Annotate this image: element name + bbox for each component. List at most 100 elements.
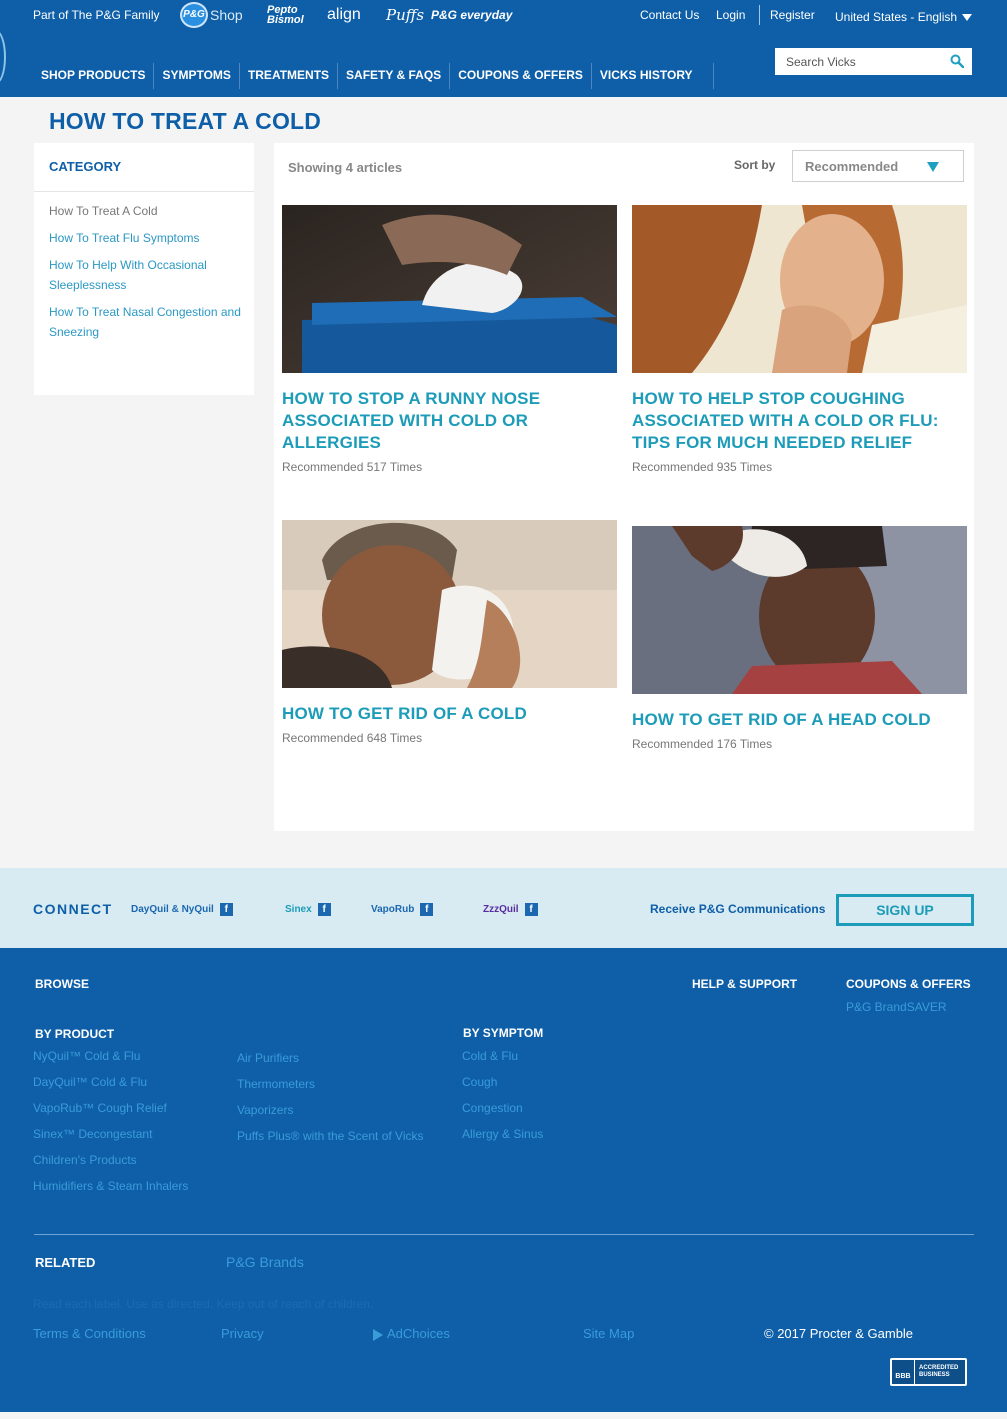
by-symptom-heading: BY SYMPTOM xyxy=(463,1026,544,1040)
article-card[interactable]: HOW TO STOP A RUNNY NOSE ASSOCIATED WITH… xyxy=(282,205,617,474)
bbb-seal-icon: BBB xyxy=(892,1360,914,1384)
article-title[interactable]: HOW TO GET RID OF A HEAD COLD xyxy=(632,709,967,731)
coupons-offers-heading[interactable]: COUPONS & OFFERS xyxy=(846,977,971,991)
site-header: Part of The P&G Family P&G Shop Pepto Bis… xyxy=(0,0,1007,97)
category-item-sleeplessness[interactable]: How To Help With Occasional Sleeplessnes… xyxy=(49,255,249,295)
sort-dropdown[interactable]: Recommended xyxy=(792,150,964,182)
woman-head-cold-image[interactable] xyxy=(632,526,967,694)
copyright-text: © 2017 Procter & Gamble xyxy=(764,1326,914,1341)
category-item-treat-flu[interactable]: How To Treat Flu Symptoms xyxy=(49,228,249,248)
article-card[interactable]: HOW TO GET RID OF A COLD Recommended 648… xyxy=(282,520,617,745)
receive-communications-text: Receive P&G Communications xyxy=(650,902,826,916)
nav-vicks-history[interactable]: VICKS HISTORY xyxy=(592,63,714,89)
article-card[interactable]: HOW TO GET RID OF A HEAD COLD Recommende… xyxy=(632,526,967,751)
category-item-nasal-congestion[interactable]: How To Treat Nasal Congestion and Sneezi… xyxy=(49,302,249,342)
pepto-bismol-logo[interactable]: Pepto Bismol xyxy=(267,5,307,26)
footer-link-nyquil[interactable]: NyQuil™ Cold & Flu xyxy=(33,1049,140,1063)
nav-treatments[interactable]: TREATMENTS xyxy=(240,63,339,89)
facebook-icon: f xyxy=(219,903,233,916)
footer-link-sinex[interactable]: Sinex™ Decongestant xyxy=(33,1127,152,1141)
vicks-logo-edge[interactable] xyxy=(0,30,6,84)
category-title: CATEGORY xyxy=(49,159,122,174)
connect-label: CONNECT xyxy=(33,901,113,917)
man-blowing-nose-image[interactable] xyxy=(282,520,617,688)
caret-down-icon xyxy=(962,14,973,22)
article-title[interactable]: HOW TO GET RID OF A COLD xyxy=(282,703,617,725)
footer-link-cold-flu[interactable]: Cold & Flu xyxy=(462,1049,518,1063)
disclaimer-text: Read each label. Use as directed. Keep o… xyxy=(33,1297,374,1311)
vaporub-logo: VapoRub xyxy=(371,904,415,916)
page-bottom-strip xyxy=(0,1412,1007,1419)
footer-link-dayquil[interactable]: DayQuil™ Cold & Flu xyxy=(33,1075,147,1089)
sort-value: Recommended xyxy=(805,159,899,174)
sinex-logo: Sinex xyxy=(285,904,312,916)
bbb-accredited-badge[interactable]: BBB ACCREDITED BUSINESS xyxy=(890,1358,967,1386)
article-title[interactable]: HOW TO STOP A RUNNY NOSE ASSOCIATED WITH… xyxy=(282,388,617,454)
pg-shop-link[interactable]: P&G Shop xyxy=(180,2,243,28)
pg-family-text: Part of The P&G Family xyxy=(33,8,160,22)
facebook-icon: f xyxy=(317,903,331,916)
language-selector[interactable]: United States - English xyxy=(835,10,973,24)
category-item-treat-cold[interactable]: How To Treat A Cold xyxy=(49,201,249,221)
footer-link-allergy-sinus[interactable]: Allergy & Sinus xyxy=(462,1127,543,1141)
search-box xyxy=(775,48,972,75)
dayquil-nyquil-logo: DayQuil & NyQuil xyxy=(131,904,214,916)
privacy-link[interactable]: Privacy xyxy=(221,1326,264,1341)
article-count: Showing 4 articles xyxy=(288,160,403,175)
footer-link-vaporizers[interactable]: Vaporizers xyxy=(237,1103,293,1117)
recommended-count: Recommended 517 Times xyxy=(282,460,423,474)
bbb-label: ACCREDITED BUSINESS xyxy=(915,1360,965,1384)
recommended-count: Recommended 648 Times xyxy=(282,731,423,745)
terms-link[interactable]: Terms & Conditions xyxy=(33,1326,146,1341)
social-sinex[interactable]: Sinex f xyxy=(285,903,331,916)
facebook-icon: f xyxy=(524,903,538,916)
category-list: How To Treat A Cold How To Treat Flu Sym… xyxy=(49,194,249,342)
help-support-heading[interactable]: HELP & SUPPORT xyxy=(692,977,797,991)
facebook-icon: f xyxy=(420,903,434,916)
footer-divider xyxy=(34,1234,974,1235)
page-title: HOW TO TREAT A COLD xyxy=(49,108,322,134)
align-logo[interactable]: align xyxy=(327,6,361,24)
social-dayquil-nyquil[interactable]: DayQuil & NyQuil f xyxy=(131,903,233,916)
adchoices-link[interactable]: AdChoices xyxy=(373,1326,450,1341)
tissue-box-image[interactable] xyxy=(282,205,617,373)
pg-shop-label: Shop xyxy=(210,7,243,23)
adchoices-label: AdChoices xyxy=(387,1326,450,1341)
site-footer: BROWSE HELP & SUPPORT COUPONS & OFFERS P… xyxy=(0,948,1007,1412)
contact-us-link[interactable]: Contact Us xyxy=(640,8,699,22)
login-link[interactable]: Login xyxy=(716,8,745,22)
connect-bar: CONNECT DayQuil & NyQuil f Sinex f VapoRub… xyxy=(0,868,1007,948)
footer-link-humidifiers[interactable]: Humidifiers & Steam Inhalers xyxy=(33,1179,188,1193)
recommended-count: Recommended 935 Times xyxy=(632,460,773,474)
social-vaporub[interactable]: VapoRub f xyxy=(371,903,434,916)
footer-link-childrens[interactable]: Children's Products xyxy=(33,1153,137,1167)
footer-link-puffs-plus[interactable]: Puffs Plus® with the Scent of Vicks xyxy=(237,1129,424,1143)
puffs-logo[interactable]: Puffs xyxy=(386,6,424,24)
nav-coupons-offers[interactable]: COUPONS & OFFERS xyxy=(450,63,592,89)
coughing-woman-image[interactable] xyxy=(632,205,967,373)
search-input[interactable] xyxy=(775,48,935,75)
adchoices-icon xyxy=(373,1328,383,1341)
pg-everyday-logo[interactable]: P&G everyday xyxy=(431,8,512,22)
pg-brands-link[interactable]: P&G Brands xyxy=(226,1254,304,1270)
footer-link-thermometers[interactable]: Thermometers xyxy=(237,1077,315,1091)
footer-link-cough[interactable]: Cough xyxy=(462,1075,497,1089)
search-icon[interactable] xyxy=(950,54,964,68)
nav-safety-faqs[interactable]: SAFETY & FAQS xyxy=(338,63,451,89)
nav-symptoms[interactable]: SYMPTOMS xyxy=(154,63,240,89)
footer-link-air-purifiers[interactable]: Air Purifiers xyxy=(237,1051,299,1065)
pg-brandsaver-link[interactable]: P&G BrandSAVER xyxy=(846,1000,947,1014)
social-zzzquil[interactable]: ZzzQuil f xyxy=(483,903,538,916)
category-sidebar: CATEGORY How To Treat A Cold How To Trea… xyxy=(34,143,254,395)
articles-panel: Showing 4 articles Sort by Recommended H… xyxy=(274,143,974,831)
footer-link-congestion[interactable]: Congestion xyxy=(462,1101,523,1115)
footer-link-vaporub[interactable]: VapoRub™ Cough Relief xyxy=(33,1101,167,1115)
register-link[interactable]: Register xyxy=(770,8,815,22)
sign-up-button[interactable]: SIGN UP xyxy=(836,894,974,926)
article-title[interactable]: HOW TO HELP STOP COUGHING ASSOCIATED WIT… xyxy=(632,388,967,454)
nav-shop-products[interactable]: SHOP PRODUCTS xyxy=(33,63,155,89)
header-divider xyxy=(759,5,760,25)
article-card[interactable]: HOW TO HELP STOP COUGHING ASSOCIATED WIT… xyxy=(632,205,967,474)
sidebar-divider xyxy=(34,191,254,192)
site-map-link[interactable]: Site Map xyxy=(583,1326,634,1341)
